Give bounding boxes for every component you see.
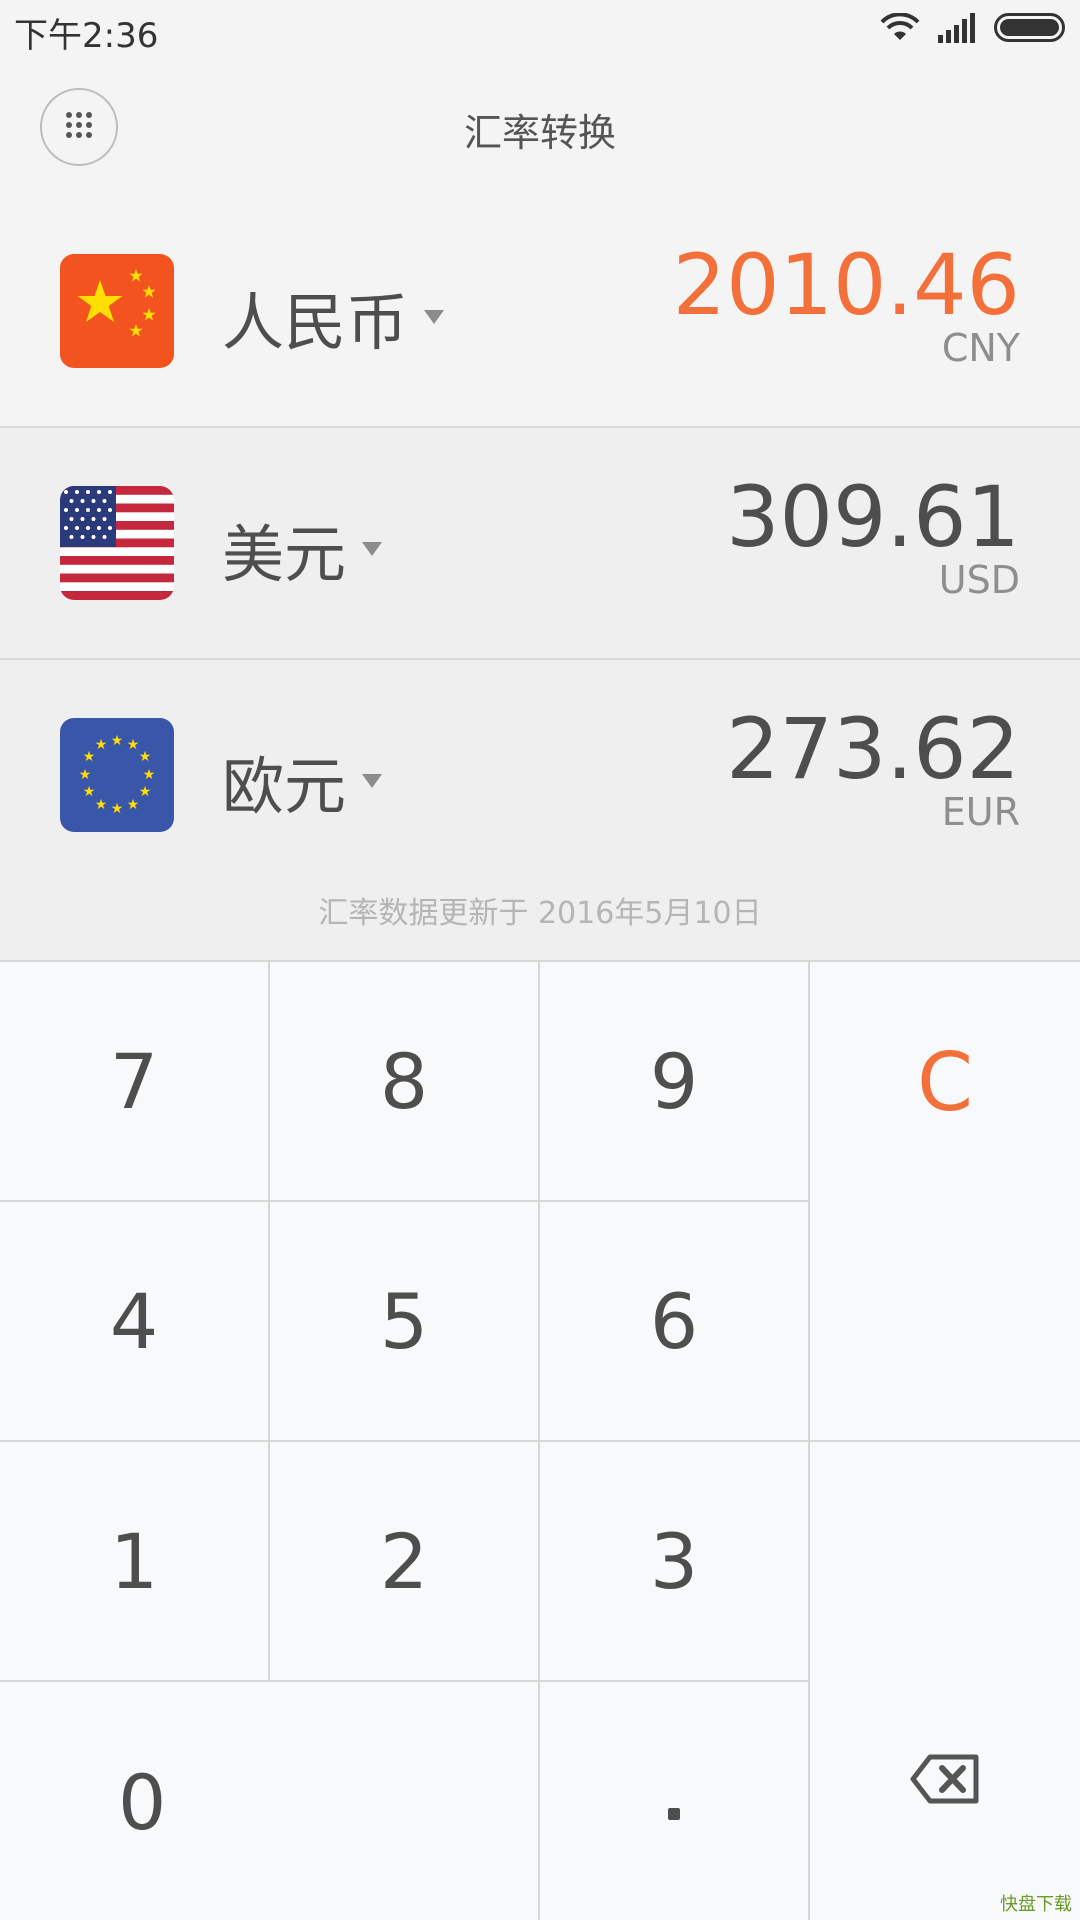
key-8[interactable]: 8 — [270, 962, 540, 1202]
currency-name: 欧元 — [222, 750, 347, 823]
header: 汇率转换 — [0, 70, 1080, 190]
currency-selector-eur[interactable]: 欧元 — [222, 736, 383, 826]
status-bar: 下午2:36 — [0, 0, 1080, 58]
svg-text:★: ★ — [95, 797, 108, 813]
svg-text:★: ★ — [139, 749, 152, 765]
currency-name: 美元 — [222, 518, 347, 591]
key-2[interactable]: 2 — [270, 1442, 540, 1682]
svg-text:★: ★ — [111, 801, 124, 817]
svg-text:★: ★ — [83, 749, 96, 765]
rate-update-note: 汇率数据更新于 2016年5月10日 — [318, 896, 762, 931]
page-title: 汇率转换 — [463, 111, 616, 155]
currency-row-eur[interactable]: ★ ★ ★ ★ ★ ★ ★ ★ ★ ★ ★ ★ 欧元 273.62 EUR 汇率… — [0, 660, 1080, 960]
currency-amount[interactable]: 273.62 — [726, 700, 1020, 798]
battery-icon — [994, 13, 1066, 47]
signal-icon — [938, 13, 976, 47]
status-time: 下午2:36 — [14, 16, 159, 56]
svg-text:★: ★ — [83, 784, 96, 800]
wifi-icon — [880, 12, 920, 47]
key-9[interactable]: 9 — [540, 962, 810, 1202]
svg-text:★: ★ — [79, 767, 92, 783]
caret-down-icon — [362, 542, 383, 556]
svg-text:★: ★ — [127, 737, 140, 753]
app-root: 下午2:36 汇率转换 人民币 2010.46 CNY 美元 309.61 US… — [0, 0, 1080, 1920]
usa-flag-icon[interactable] — [60, 486, 174, 600]
decimal-point-icon — [668, 1808, 680, 1820]
key-5[interactable]: 5 — [270, 1202, 540, 1442]
currency-amount[interactable]: 2010.46 — [673, 236, 1020, 334]
caret-down-icon — [362, 774, 383, 788]
key-7[interactable]: 7 — [0, 962, 270, 1202]
currency-row-usd[interactable]: 美元 309.61 USD — [0, 428, 1080, 660]
china-flag-icon[interactable] — [60, 254, 174, 368]
key-0[interactable]: 0 — [0, 1682, 540, 1920]
keypad: 7 8 9 C 4 5 6 1 2 3 0 — [0, 960, 1080, 1920]
backspace-button[interactable] — [810, 1442, 1080, 1920]
key-3[interactable]: 3 — [540, 1442, 810, 1682]
status-icons — [880, 12, 1066, 48]
eu-flag-icon[interactable]: ★ ★ ★ ★ ★ ★ ★ ★ ★ ★ ★ ★ — [60, 718, 174, 832]
currency-selector-usd[interactable]: 美元 — [222, 504, 383, 594]
svg-text:★: ★ — [139, 784, 152, 800]
key-6[interactable]: 6 — [540, 1202, 810, 1442]
decimal-button[interactable] — [540, 1682, 810, 1920]
currency-selector-cny[interactable]: 人民币 — [222, 272, 445, 362]
svg-text:★: ★ — [95, 737, 108, 753]
clear-button[interactable]: C — [810, 962, 1080, 1442]
currency-row-cny[interactable]: 人民币 2010.46 CNY — [0, 196, 1080, 428]
currency-amount[interactable]: 309.61 — [726, 468, 1020, 566]
backspace-icon — [910, 1733, 980, 1822]
watermark: 快盘下载 — [1000, 1894, 1072, 1915]
key-4[interactable]: 4 — [0, 1202, 270, 1442]
currency-code: USD — [938, 558, 1020, 602]
svg-text:★: ★ — [111, 733, 124, 749]
currency-code: CNY — [941, 326, 1020, 370]
svg-text:★: ★ — [143, 767, 156, 783]
svg-text:★: ★ — [127, 797, 140, 813]
key-1[interactable]: 1 — [0, 1442, 270, 1682]
currency-code: EUR — [941, 790, 1020, 834]
caret-down-icon — [424, 310, 445, 324]
currency-name: 人民币 — [222, 286, 409, 359]
